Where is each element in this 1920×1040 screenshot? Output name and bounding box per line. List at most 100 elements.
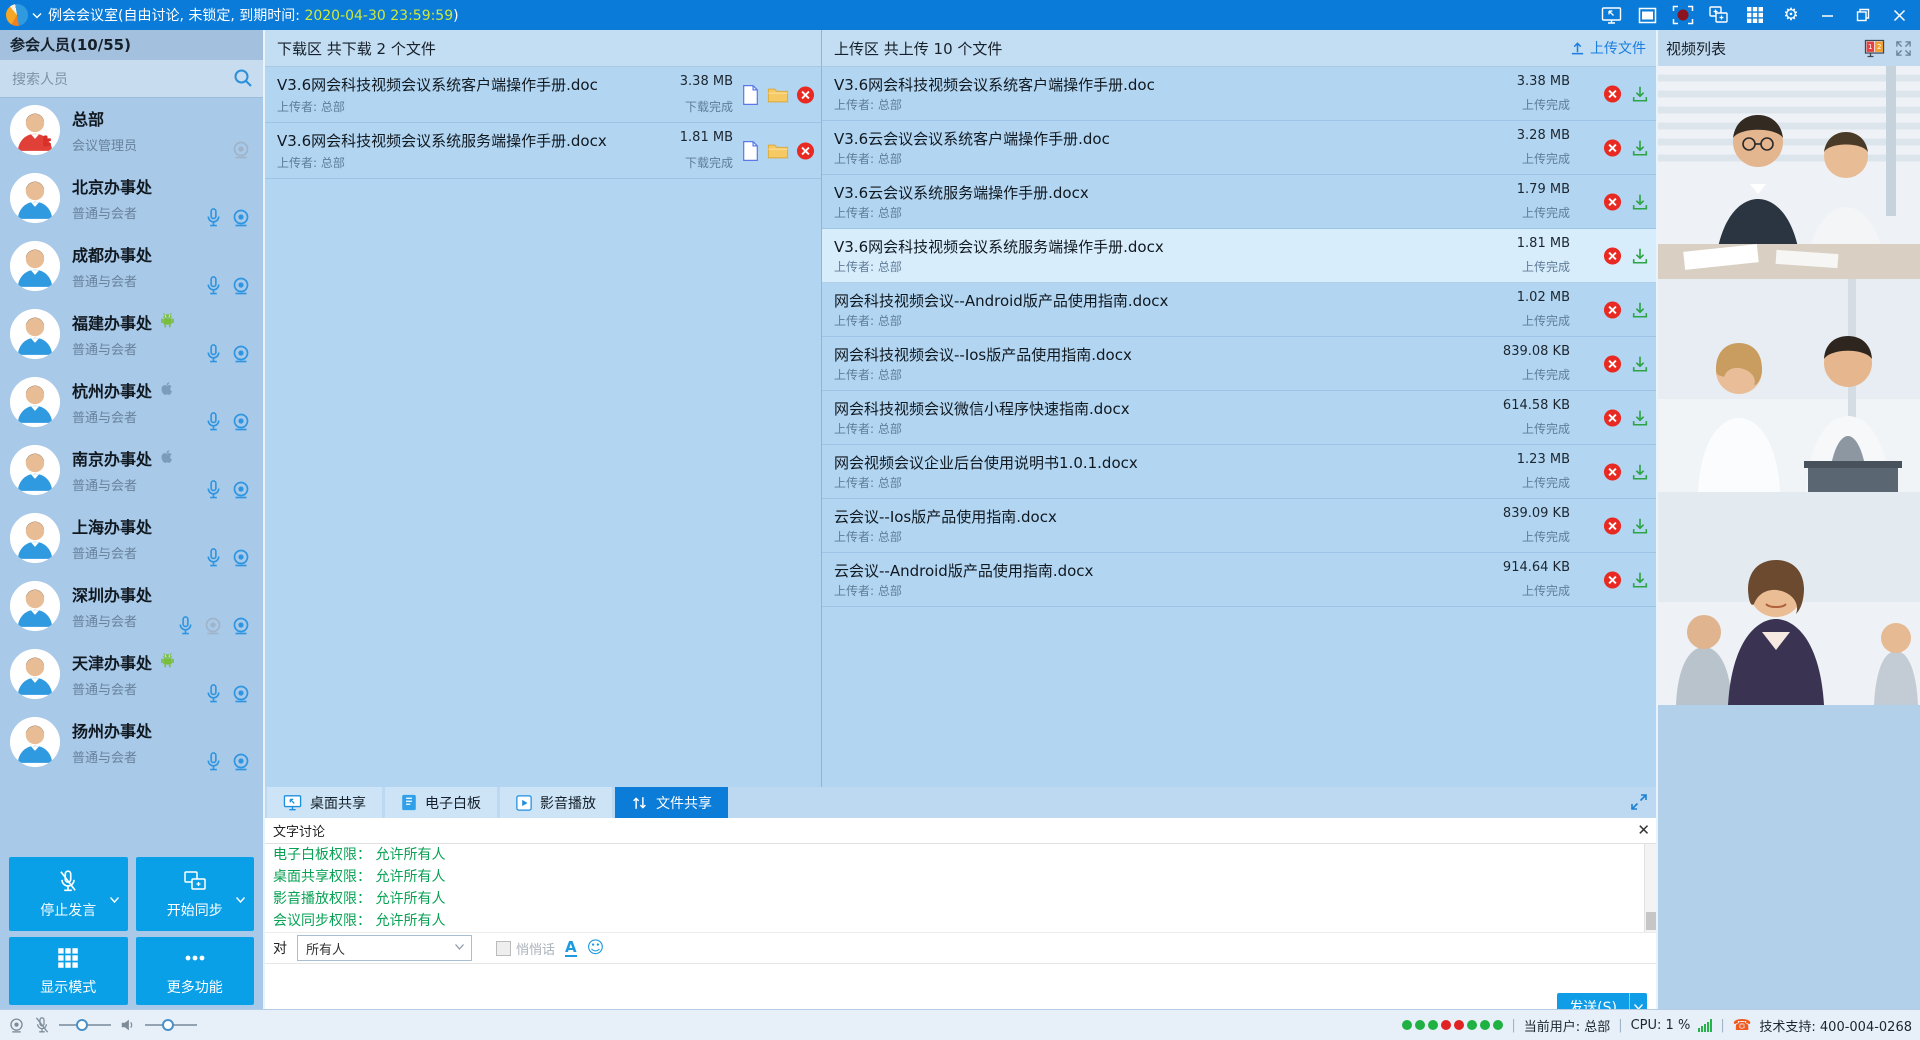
participant-row[interactable]: 总部 会议管理员 — [0, 97, 263, 165]
download-file-icon[interactable] — [1631, 409, 1649, 427]
download-file-icon[interactable] — [1631, 85, 1649, 103]
close-button[interactable] — [1888, 4, 1910, 26]
delete-file-icon[interactable] — [1603, 246, 1622, 265]
recipient-select[interactable]: 所有人 — [297, 935, 472, 961]
download-file-icon[interactable] — [1631, 301, 1649, 319]
download-file-icon[interactable] — [1631, 571, 1649, 589]
delete-file-icon[interactable] — [796, 141, 815, 160]
file-row[interactable]: 网会科技视频会议--Android版产品使用指南.docx 上传者: 总部 1.… — [822, 283, 1658, 337]
participant-row[interactable]: 杭州办事处 普通与会者 — [0, 369, 263, 437]
webcam-icon[interactable] — [231, 480, 251, 500]
open-folder-icon[interactable] — [767, 141, 789, 160]
webcam-icon[interactable] — [231, 548, 251, 568]
video-expand-icon[interactable] — [1895, 40, 1912, 57]
mic-icon[interactable] — [204, 343, 223, 364]
mic-icon[interactable] — [204, 275, 223, 296]
chevron-down-icon[interactable] — [110, 891, 119, 907]
participant-row[interactable]: 成都办事处 普通与会者 — [0, 233, 263, 301]
webcam-icon[interactable] — [203, 616, 223, 636]
record-icon[interactable] — [1672, 4, 1694, 26]
delete-file-icon[interactable] — [1603, 300, 1622, 319]
tab-file-share[interactable]: 文件共享 — [615, 787, 728, 818]
display-mode-button[interactable]: 显示模式 — [9, 937, 128, 1005]
app-logo-icon[interactable] — [6, 4, 28, 26]
minimize-button[interactable] — [1816, 4, 1838, 26]
screen-share-icon[interactable] — [1600, 4, 1622, 26]
open-file-icon[interactable] — [742, 140, 759, 161]
file-row[interactable]: 云会议--Ios版产品使用指南.docx 上传者: 总部 839.09 KB 上… — [822, 499, 1658, 553]
file-row[interactable]: 网会科技视频会议--Ios版产品使用指南.docx 上传者: 总部 839.08… — [822, 337, 1658, 391]
delete-file-icon[interactable] — [1603, 516, 1622, 535]
participant-row[interactable]: 福建办事处 普通与会者 — [0, 301, 263, 369]
delete-file-icon[interactable] — [1603, 138, 1622, 157]
tab-media-play[interactable]: 影音播放 — [500, 787, 612, 818]
mic-icon[interactable] — [204, 547, 223, 568]
open-file-icon[interactable] — [742, 84, 759, 105]
speaker-volume-slider[interactable] — [145, 1018, 197, 1032]
webcam-icon[interactable] — [231, 344, 251, 364]
search-icon[interactable] — [233, 68, 253, 88]
font-style-icon[interactable]: A — [565, 940, 577, 957]
stop-speaking-button[interactable]: 停止发言 — [9, 857, 128, 931]
download-file-icon[interactable] — [1631, 139, 1649, 157]
video-layout-icon[interactable]: 12 — [1864, 39, 1885, 58]
mic-icon[interactable] — [204, 751, 223, 772]
start-sync-button[interactable]: 开始同步 — [136, 857, 255, 931]
webcam-icon[interactable] — [231, 276, 251, 296]
chat-close-icon[interactable]: ✕ — [1637, 823, 1650, 838]
file-row[interactable]: V3.6网会科技视频会议系统客户端操作手册.doc 上传者: 总部 3.38 M… — [265, 67, 821, 123]
chevron-down-icon[interactable] — [236, 891, 245, 907]
download-file-icon[interactable] — [1631, 517, 1649, 535]
file-row[interactable]: V3.6云会议会议系统客户端操作手册.doc 上传者: 总部 3.28 MB 上… — [822, 121, 1658, 175]
video-thumbnail-2[interactable] — [1658, 279, 1920, 492]
emoji-icon[interactable]: ☺ — [587, 940, 605, 957]
file-row[interactable]: V3.6网会科技视频会议系统服务端操作手册.docx 上传者: 总部 1.81 … — [822, 229, 1658, 283]
speaker-icon[interactable] — [120, 1017, 136, 1033]
file-row[interactable]: 网会科技视频会议微信小程序快速指南.docx 上传者: 总部 614.58 KB… — [822, 391, 1658, 445]
webcam-icon[interactable] — [231, 684, 251, 704]
tab-desktop-share[interactable]: 桌面共享 — [267, 787, 382, 818]
open-folder-icon[interactable] — [767, 85, 789, 104]
download-file-icon[interactable] — [1631, 193, 1649, 211]
mic-icon[interactable] — [204, 207, 223, 228]
webcam-status-icon[interactable] — [8, 1017, 25, 1034]
webcam-icon[interactable] — [231, 208, 251, 228]
settings-gear-icon[interactable]: ⚙ — [1780, 4, 1802, 26]
download-file-icon[interactable] — [1631, 247, 1649, 265]
video-thumbnail-1[interactable] — [1658, 66, 1920, 279]
whiteboard-window-icon[interactable] — [1636, 4, 1658, 26]
delete-file-icon[interactable] — [1603, 192, 1622, 211]
mic-icon[interactable] — [176, 615, 195, 636]
upload-file-button[interactable]: 上传文件 — [1570, 38, 1646, 58]
participant-row[interactable]: 扬州办事处 普通与会者 — [0, 709, 263, 777]
participant-row[interactable]: 深圳办事处 普通与会者 — [0, 573, 263, 641]
mic-volume-slider[interactable] — [59, 1018, 111, 1032]
download-file-icon[interactable] — [1631, 463, 1649, 481]
mic-icon[interactable] — [204, 683, 223, 704]
file-row[interactable]: 云会议--Android版产品使用指南.docx 上传者: 总部 914.64 … — [822, 553, 1658, 607]
webcam-icon[interactable] — [231, 412, 251, 432]
expand-icon[interactable] — [1630, 793, 1648, 815]
file-row[interactable]: V3.6云会议系统服务端操作手册.docx 上传者: 总部 1.79 MB 上传… — [822, 175, 1658, 229]
delete-file-icon[interactable] — [1603, 354, 1622, 373]
maximize-button[interactable] — [1852, 4, 1874, 26]
delete-file-icon[interactable] — [1603, 570, 1622, 589]
participant-row[interactable]: 南京办事处 普通与会者 — [0, 437, 263, 505]
webcam-icon[interactable] — [231, 752, 251, 772]
video-thumbnail-3[interactable] — [1658, 492, 1920, 705]
sync-screens-icon[interactable] — [1708, 4, 1730, 26]
tab-whiteboard[interactable]: 电子白板 — [385, 787, 497, 818]
more-functions-button[interactable]: 更多功能 — [136, 937, 255, 1005]
delete-file-icon[interactable] — [1603, 408, 1622, 427]
webcam-icon[interactable] — [231, 616, 251, 636]
file-row[interactable]: 网会视频会议企业后台使用说明书1.0.1.docx 上传者: 总部 1.23 M… — [822, 445, 1658, 499]
mic-icon[interactable] — [204, 479, 223, 500]
participant-row[interactable]: 北京办事处 普通与会者 — [0, 165, 263, 233]
webcam-icon[interactable] — [231, 140, 251, 160]
delete-file-icon[interactable] — [1603, 462, 1622, 481]
delete-file-icon[interactable] — [1603, 84, 1622, 103]
display-mode-grid-icon[interactable] — [1744, 4, 1766, 26]
participant-row[interactable]: 天津办事处 普通与会者 — [0, 641, 263, 709]
download-file-icon[interactable] — [1631, 355, 1649, 373]
delete-file-icon[interactable] — [796, 85, 815, 104]
